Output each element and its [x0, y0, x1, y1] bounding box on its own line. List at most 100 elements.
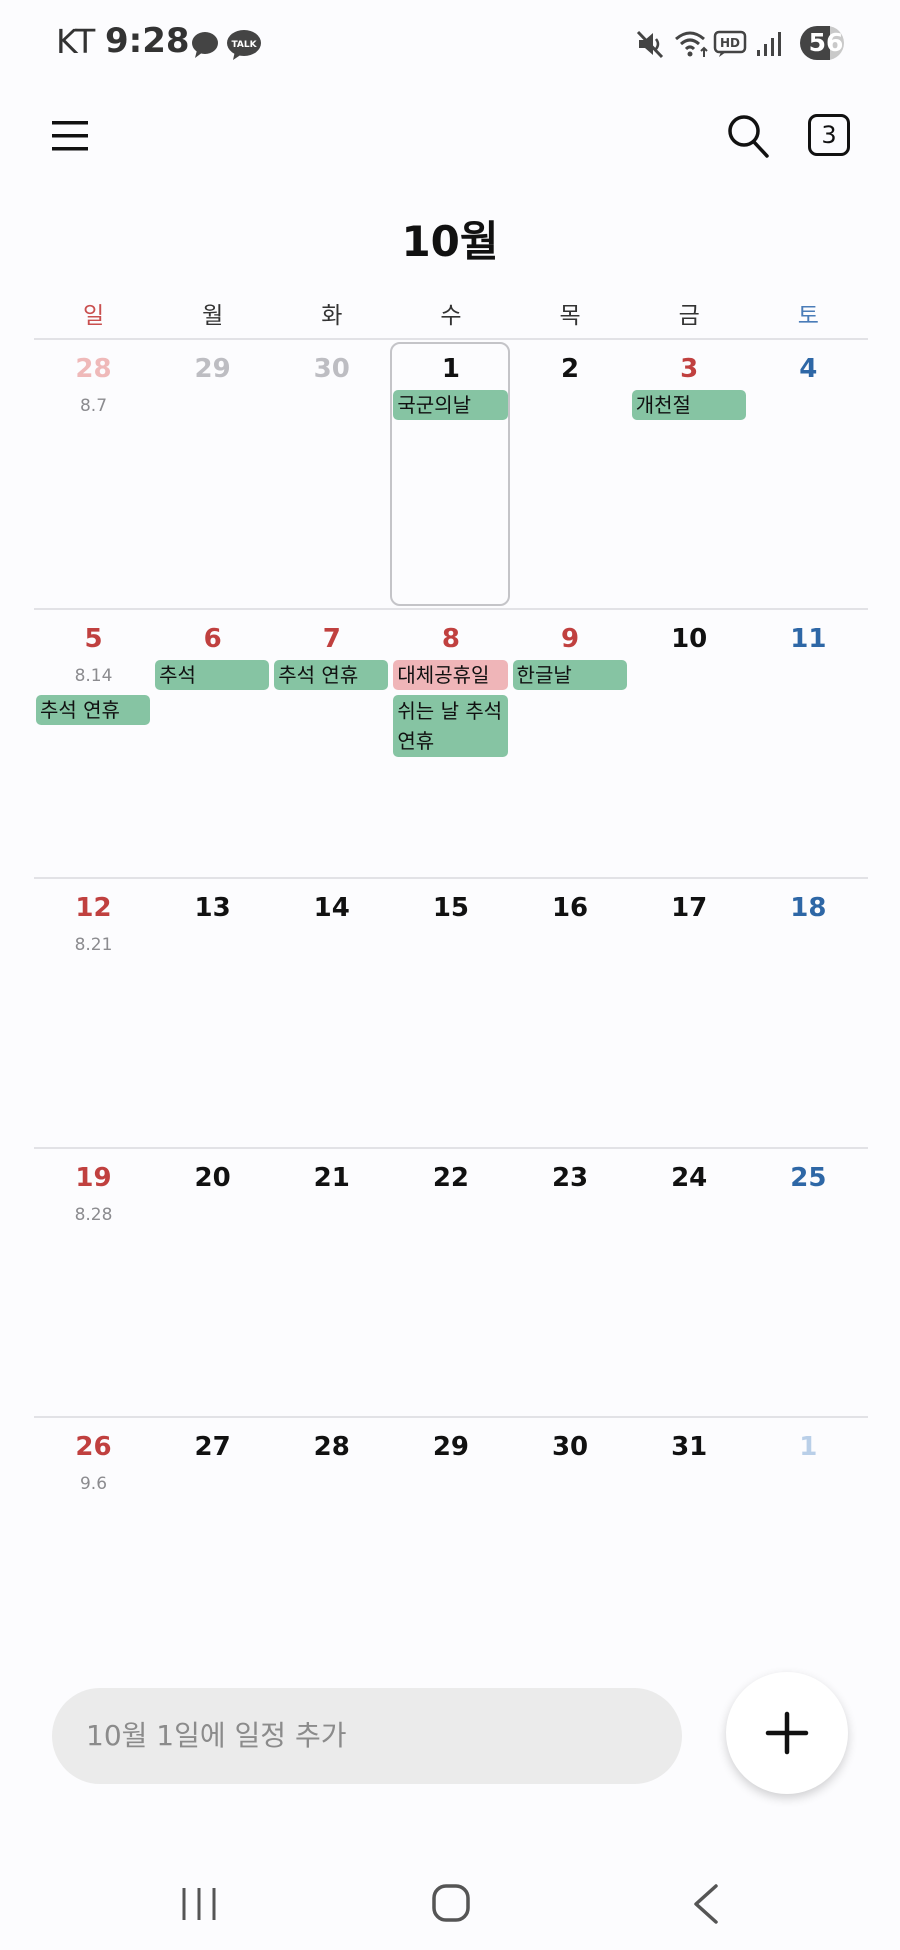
signal-icon [757, 32, 781, 56]
day-number: 19 [75, 1162, 112, 1193]
day-number: 29 [194, 354, 231, 384]
day-cell[interactable]: 29 [391, 1418, 510, 1686]
day-cell[interactable]: 5 8.14 [34, 610, 153, 878]
day-cell[interactable]: 17 [630, 879, 749, 1147]
event-chip[interactable]: 쉬는 날 추석 연휴 [393, 694, 508, 757]
day-number: 28 [313, 1432, 350, 1462]
day-cell[interactable]: 15 [391, 879, 510, 1147]
quick-add-input[interactable]: 10월 1일에 일정 추가 [52, 1688, 682, 1784]
day-cell[interactable]: 30 [272, 340, 391, 608]
add-event-button[interactable] [726, 1672, 848, 1794]
day-number: 16 [551, 893, 589, 923]
hd-voice-icon: HD [713, 30, 747, 57]
carrier-label: KT [56, 22, 96, 61]
battery-level: 56 [808, 28, 844, 57]
day-number: 30 [313, 354, 350, 384]
day-number: 18 [790, 893, 827, 923]
day-cell[interactable]: 20 [153, 1149, 272, 1417]
day-number: 14 [313, 893, 350, 923]
day-cell[interactable]: 4 [749, 340, 868, 608]
day-cell[interactable]: 7 [272, 610, 391, 878]
day-cell[interactable]: 10 [630, 610, 749, 878]
talk-label: TALK [231, 40, 257, 50]
day-number: 13 [194, 893, 231, 923]
day-number: 29 [432, 1432, 469, 1462]
chat-bubble-icon [192, 32, 218, 58]
day-cell[interactable]: 2 [511, 340, 630, 608]
day-number: 3 [680, 354, 699, 384]
day-number: 24 [671, 1162, 708, 1193]
day-number: 17 [671, 893, 708, 923]
day-cell[interactable]: 19 8.28 [34, 1149, 153, 1417]
day-number: 20 [194, 1162, 231, 1193]
month-title[interactable]: 10월 [0, 208, 900, 269]
day-number: 30 [551, 1432, 589, 1462]
day-cell[interactable]: 28 [272, 1418, 391, 1686]
day-cell[interactable]: 26 9.6 [34, 1418, 153, 1686]
day-cell[interactable]: 13 [153, 879, 272, 1147]
lunar-date: 8.7 [79, 396, 108, 416]
hamburger-menu-icon[interactable] [52, 118, 88, 154]
event-chip[interactable]: 대체공휴일 [393, 659, 508, 690]
lunar-date: 9.6 [79, 1474, 108, 1494]
day-cell[interactable]: 27 [153, 1418, 272, 1686]
plus-icon [765, 1711, 809, 1755]
day-cell[interactable]: 9 [511, 610, 630, 878]
day-number: 8 [441, 623, 460, 654]
home-icon[interactable] [430, 1882, 474, 1926]
lunar-date: 8.14 [74, 665, 113, 686]
day-cell[interactable]: 14 [272, 879, 391, 1147]
day-number: 21 [313, 1162, 350, 1193]
status-bar: KT 9:28 TALK HD 56 [0, 0, 900, 88]
kakao-talk-icon: TALK [227, 30, 261, 60]
weekday-wed: 수 [440, 303, 462, 329]
day-cell[interactable]: 22 [391, 1149, 510, 1417]
today-highlight [390, 342, 510, 606]
today-button[interactable]: 3 [808, 114, 850, 156]
recents-icon[interactable] [178, 1884, 222, 1924]
event-chip[interactable]: 개천절 [631, 390, 746, 420]
lunar-date: 8.21 [74, 935, 113, 955]
day-cell[interactable]: 3 [630, 340, 749, 608]
day-cell[interactable]: 18 [749, 879, 868, 1147]
lunar-date: 8.28 [74, 1204, 113, 1225]
weekday-thu: 목 [559, 303, 581, 329]
day-number: 27 [194, 1432, 231, 1462]
day-cell[interactable]: 24 [630, 1149, 749, 1417]
weekday-fri: 금 [678, 303, 700, 329]
day-number: 25 [790, 1162, 827, 1193]
weekday-sat: 토 [797, 303, 819, 329]
weekday-tue: 화 [321, 303, 343, 329]
day-cell[interactable]: 30 [511, 1418, 630, 1686]
day-cell[interactable]: 16 [511, 879, 630, 1147]
day-cell[interactable]: 11 [749, 610, 868, 878]
mute-icon [636, 30, 664, 59]
day-cell[interactable]: 12 8.21 [34, 879, 153, 1147]
day-number: 5 [84, 623, 103, 654]
day-cell[interactable]: 23 [511, 1149, 630, 1417]
day-number: 9 [561, 623, 580, 654]
day-number: 31 [671, 1432, 708, 1462]
event-chip[interactable]: 추석 연휴 [274, 659, 389, 690]
day-number: 26 [75, 1432, 112, 1462]
event-chip[interactable]: 한글날 [512, 659, 627, 690]
day-number: 11 [790, 623, 827, 654]
day-cell[interactable]: 28 8.7 [34, 340, 153, 608]
day-cell[interactable]: 29 [153, 340, 272, 608]
wifi-icon [675, 31, 708, 57]
event-chip[interactable]: 추석 연휴 [36, 694, 151, 725]
day-number: 2 [561, 354, 580, 384]
search-icon[interactable] [726, 113, 770, 159]
day-cell[interactable]: 31 [630, 1418, 749, 1686]
day-number: 10 [671, 623, 708, 654]
day-cell[interactable]: 21 [272, 1149, 391, 1417]
day-number: 1 [799, 1432, 818, 1462]
back-icon[interactable] [688, 1882, 724, 1926]
day-number: 28 [75, 354, 112, 384]
day-cell[interactable]: 25 [749, 1149, 868, 1417]
day-number: 15 [432, 893, 469, 923]
day-cell[interactable]: 1 [749, 1418, 868, 1686]
event-chip[interactable]: 추석 [155, 659, 270, 690]
day-cell[interactable]: 6 [153, 610, 272, 878]
weekday-header: 일 월 화 수 목 금 토 [34, 296, 868, 332]
